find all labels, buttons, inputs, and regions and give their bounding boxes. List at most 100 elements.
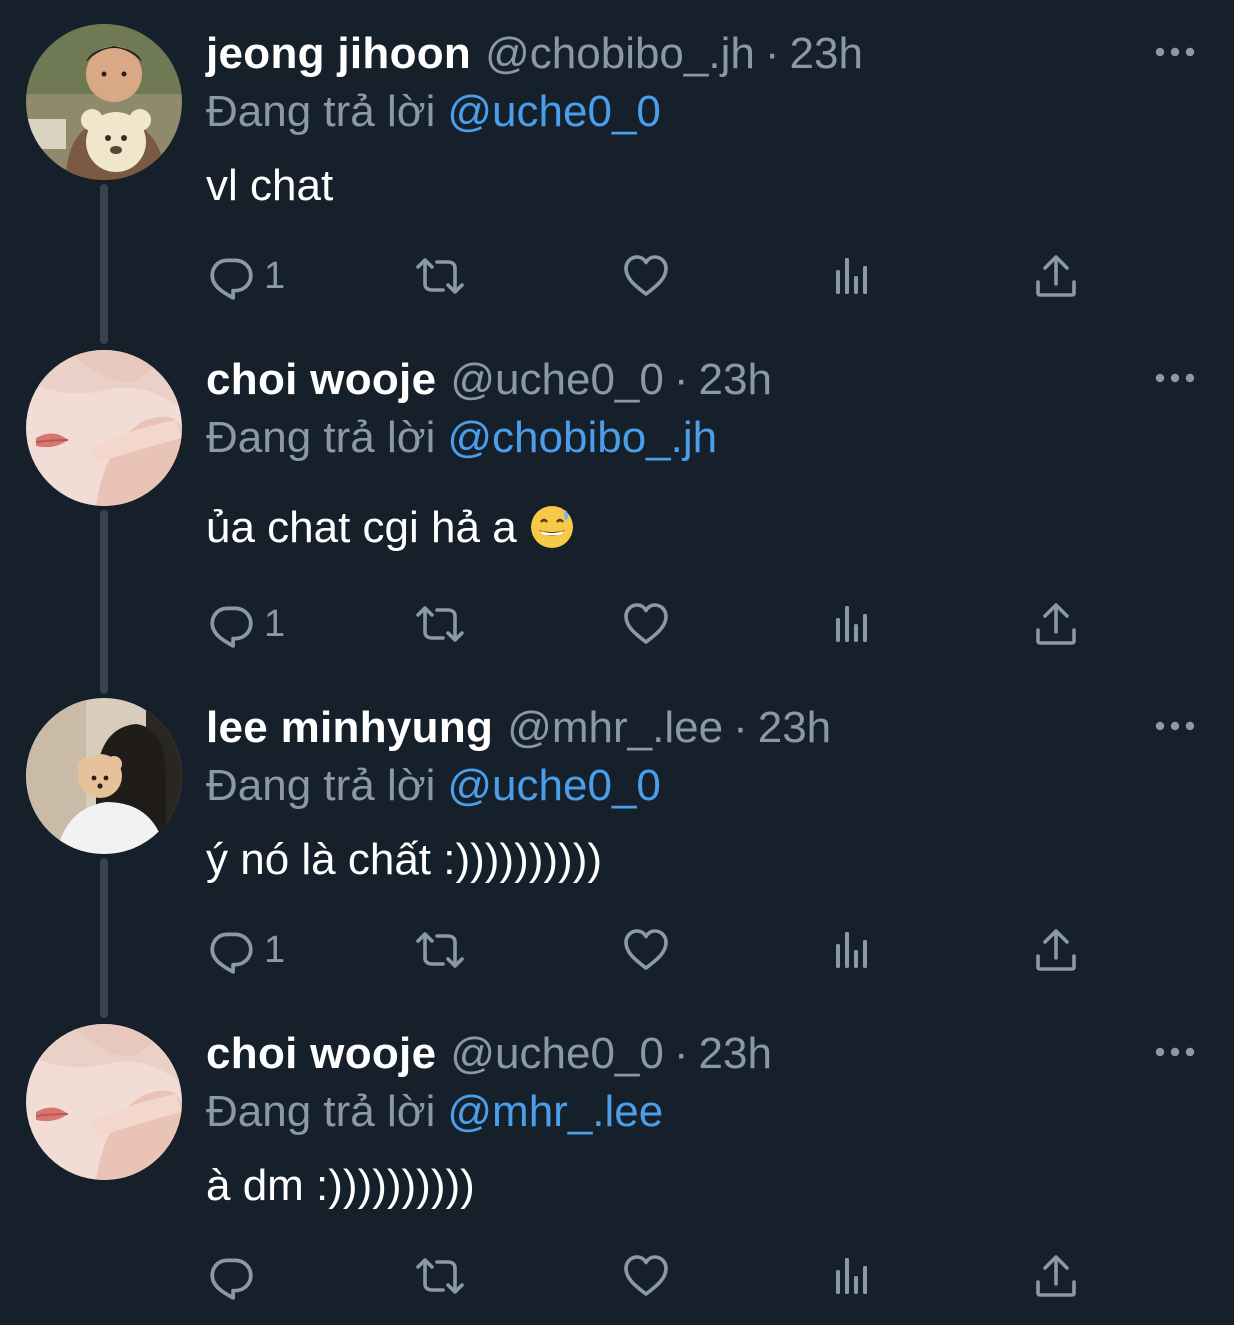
share-icon [1032,600,1080,648]
avatar-photo-person-with-dog [26,698,182,854]
retweet-icon [412,1252,468,1300]
heart-icon [622,1252,670,1300]
grinning-face-with-sweat-emoji [529,504,575,564]
more-dots-icon [1150,716,1200,736]
like-button[interactable] [622,920,670,980]
avatar-photo-face-closeup [26,350,182,506]
replying-to-mention[interactable]: @uche0_0 [447,761,661,810]
tweet[interactable]: choi wooje @uche0_0 · 23h Đang trả lời @chob… [0,326,1234,651]
display-name[interactable]: choi wooje [206,355,436,404]
timestamp[interactable]: 23h [699,355,772,404]
tweet-text: vl chat [206,161,334,210]
like-button[interactable] [622,246,670,306]
reply-bubble-icon [206,251,256,301]
reply-count: 1 [264,602,286,645]
retweet-icon [412,600,468,648]
replying-to: Đang trả lời @chobibo_.jh [206,410,717,466]
user-handle[interactable]: @uche0_0 [450,1029,664,1078]
share-icon [1032,926,1080,974]
replying-to-label: Đang trả lời [206,413,436,462]
more-dots-icon [1150,1042,1200,1062]
views-bar-chart-icon [828,926,876,974]
tweet-header: jeong jihoon @chobibo_.jh · 23h [206,24,863,84]
heart-icon [622,926,670,974]
avatar[interactable] [26,24,182,180]
replying-to-mention[interactable]: @uche0_0 [447,87,661,136]
tweet-header: choi wooje @uche0_0 · 23h [206,1024,772,1084]
user-handle[interactable]: @mhr_.lee [507,703,723,752]
views-button[interactable] [828,594,876,654]
avatar-photo-face-closeup [26,1024,182,1180]
views-bar-chart-icon [828,600,876,648]
tweet-text: ý nó là chất :)))))))))) [206,835,602,884]
display-name[interactable]: lee minhyung [206,703,493,752]
tweet[interactable]: jeong jihoon @chobibo_.jh · 23h Đang trả lờ… [0,0,1234,325]
tweet-header: choi wooje @uche0_0 · 23h [206,350,772,410]
more-dots-icon [1150,368,1200,388]
tweet-thread: jeong jihoon @chobibo_.jh · 23h Đang trả lờ… [0,0,1234,1308]
share-button[interactable] [1032,594,1080,654]
like-button[interactable] [622,1246,670,1306]
replying-to: Đang trả lời @uche0_0 [206,758,661,814]
replying-to-mention[interactable]: @chobibo_.jh [447,413,717,462]
tweet-actions [206,1246,1106,1306]
share-button[interactable] [1032,920,1080,980]
user-handle[interactable]: @chobibo_.jh [485,29,755,78]
tweet-actions: 1 [206,594,1106,654]
tweet-text-row: ủa chat cgi hả a [206,500,575,564]
views-bar-chart-icon [828,252,876,300]
avatar[interactable] [26,698,182,854]
share-icon [1032,252,1080,300]
more-options-button[interactable] [1150,716,1200,736]
separator-dot: · [673,355,689,404]
reply-button[interactable]: 1 [206,246,285,306]
reply-bubble-icon [206,1251,256,1301]
views-button[interactable] [828,1246,876,1306]
views-bar-chart-icon [828,1252,876,1300]
display-name[interactable]: choi wooje [206,1029,436,1078]
share-icon [1032,1252,1080,1300]
like-button[interactable] [622,594,670,654]
avatar[interactable] [26,350,182,506]
retweet-icon [412,252,468,300]
timestamp[interactable]: 23h [758,703,831,752]
tweet[interactable]: lee minhyung @mhr_.lee · 23h Đang trả lời @u… [0,674,1234,999]
replying-to-label: Đang trả lời [206,87,436,136]
tweet-header: lee minhyung @mhr_.lee · 23h [206,698,831,758]
reply-button[interactable]: 1 [206,594,285,654]
reply-count: 1 [264,254,286,297]
retweet-button[interactable] [412,920,468,980]
tweet-text: ủa chat cgi hả a [206,503,517,552]
separator-dot: · [673,1029,689,1078]
more-options-button[interactable] [1150,42,1200,62]
timestamp[interactable]: 23h [699,1029,772,1078]
replying-to-mention[interactable]: @mhr_.lee [447,1087,663,1136]
avatar[interactable] [26,1024,182,1180]
retweet-button[interactable] [412,1246,468,1306]
tweet[interactable]: choi wooje @uche0_0 · 23h Đang trả lời @mhr_… [0,1000,1234,1325]
reply-count: 1 [264,928,286,971]
share-button[interactable] [1032,246,1080,306]
retweet-button[interactable] [412,594,468,654]
heart-icon [622,252,670,300]
more-options-button[interactable] [1150,368,1200,388]
user-handle[interactable]: @uche0_0 [450,355,664,404]
share-button[interactable] [1032,1246,1080,1306]
retweet-button[interactable] [412,246,468,306]
views-button[interactable] [828,246,876,306]
views-button[interactable] [828,920,876,980]
separator-dot: · [733,703,748,752]
replying-to-label: Đang trả lời [206,1087,436,1136]
reply-button[interactable]: 1 [206,920,285,980]
retweet-icon [412,926,468,974]
more-options-button[interactable] [1150,1042,1200,1062]
display-name[interactable]: jeong jihoon [206,29,471,78]
timestamp[interactable]: 23h [790,29,863,78]
reply-button[interactable] [206,1246,264,1306]
reply-bubble-icon [206,925,256,975]
grinning-face-with-sweat-icon [530,506,573,548]
replying-to: Đang trả lời @uche0_0 [206,84,661,140]
tweet-text: à dm :)))))))))) [206,1161,475,1210]
avatar-photo-child-with-teddy-bear [26,24,182,180]
more-dots-icon [1150,42,1200,62]
